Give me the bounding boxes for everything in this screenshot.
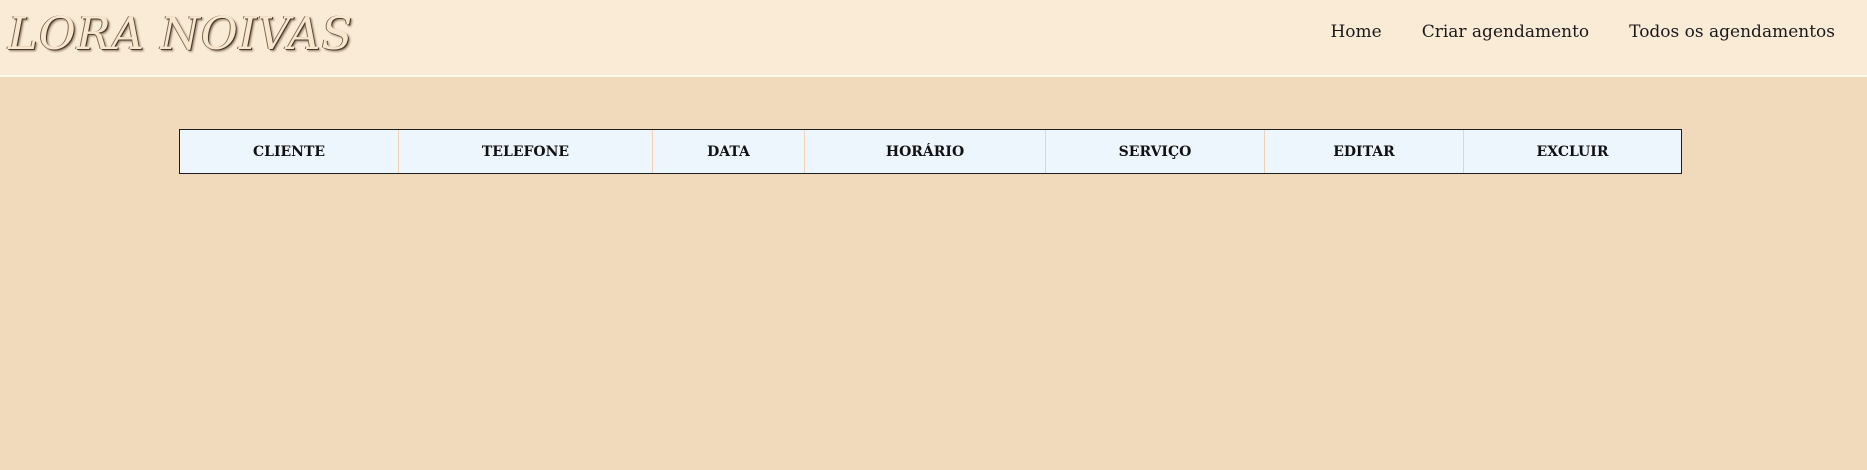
column-header-editar: EDITAR bbox=[1264, 130, 1464, 173]
navbar: LORA NOIVAS Home Criar agendamento Todos… bbox=[0, 0, 1867, 77]
column-header-data: DATA bbox=[652, 130, 805, 173]
appointments-table: CLIENTE TELEFONE DATA HORÁRIO SERVIÇO ED… bbox=[179, 129, 1682, 174]
appointments-table-grid: CLIENTE TELEFONE DATA HORÁRIO SERVIÇO ED… bbox=[180, 130, 1681, 173]
nav-link-todos-agendamentos[interactable]: Todos os agendamentos bbox=[1629, 22, 1835, 42]
nav-link-home[interactable]: Home bbox=[1330, 22, 1381, 42]
column-header-horario: HORÁRIO bbox=[804, 130, 1046, 173]
column-header-servico: SERVIÇO bbox=[1045, 130, 1265, 173]
column-header-excluir: EXCLUIR bbox=[1463, 130, 1681, 173]
site-logo[interactable]: LORA NOIVAS bbox=[8, 8, 353, 60]
nav-link-criar-agendamento[interactable]: Criar agendamento bbox=[1422, 22, 1589, 42]
table-header-row: CLIENTE TELEFONE DATA HORÁRIO SERVIÇO ED… bbox=[180, 130, 1681, 173]
nav-menu: Home Criar agendamento Todos os agendame… bbox=[1330, 22, 1835, 42]
column-header-telefone: TELEFONE bbox=[398, 130, 653, 173]
column-header-cliente: CLIENTE bbox=[252, 143, 326, 160]
